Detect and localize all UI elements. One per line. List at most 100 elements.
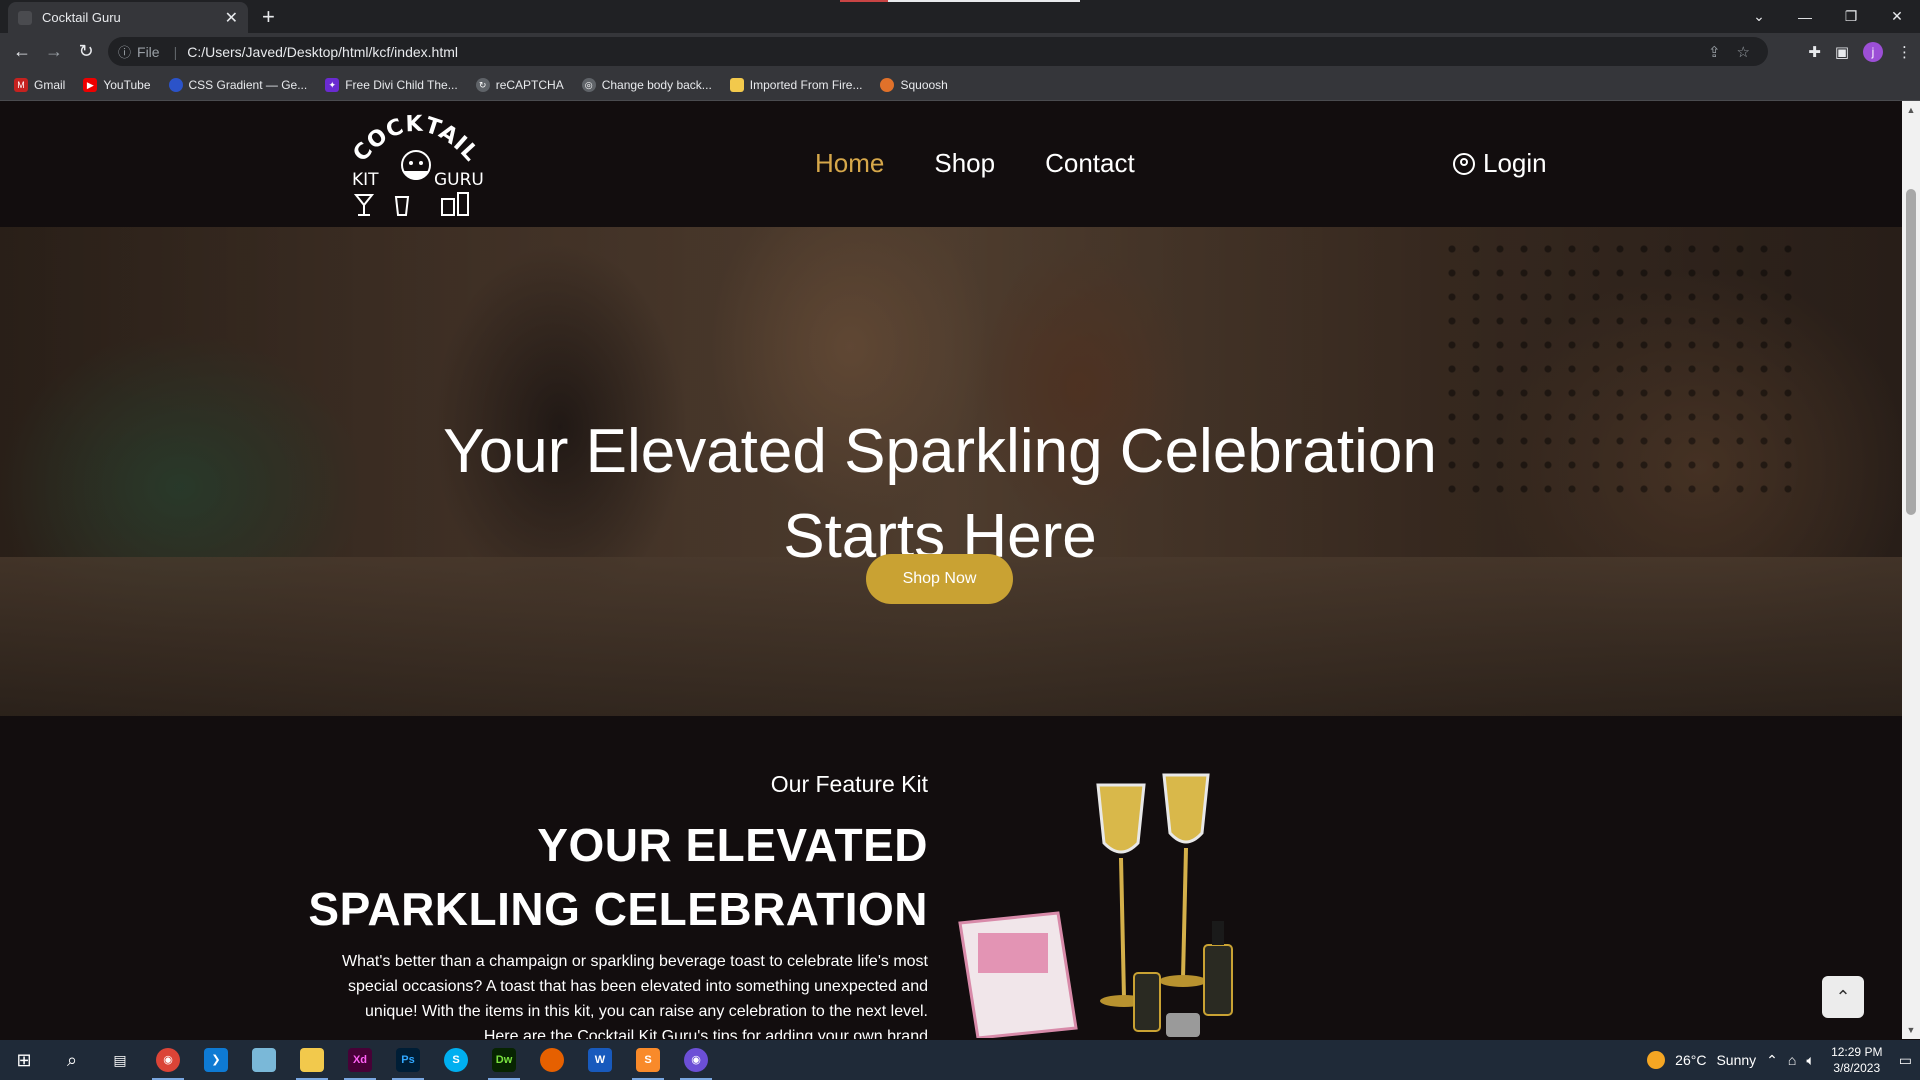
web-page: COCKTAIL KIT GURU Home Shop Contact Logi… (0, 101, 1902, 1039)
clock-time: 12:29 PM (1831, 1045, 1883, 1059)
browser-tab[interactable]: Cocktail Guru ✕ (8, 2, 248, 33)
feature-body: What's better than a champaign or sparkl… (342, 953, 928, 1039)
notepad-icon (252, 1048, 276, 1072)
browser-tab-strip: Cocktail Guru ✕ + ⌄ — ❐ ✕ (0, 0, 1920, 33)
side-panel-icon[interactable]: ▣ (1835, 43, 1849, 61)
bookmark-change-body[interactable]: ◎ Change body back... (581, 78, 712, 92)
tray-chevron-icon[interactable]: ⌃ (1766, 1052, 1778, 1069)
feature-subtitle: Our Feature Kit (770, 771, 928, 797)
minimize-icon[interactable]: — (1782, 9, 1828, 25)
restore-icon[interactable]: ❐ (1828, 8, 1874, 25)
new-tab-icon[interactable]: + (262, 4, 275, 30)
tab-search-icon[interactable]: ⌄ (1736, 8, 1782, 25)
cocktail-kit-guru-logo[interactable]: COCKTAIL KIT GURU (346, 107, 486, 219)
address-text[interactable]: C:/Users/Javed/Desktop/html/kcf/index.ht… (187, 44, 458, 60)
globe-icon: ◎ (581, 78, 596, 92)
bookmark-star-icon[interactable]: ☆ (1737, 43, 1750, 61)
reload-icon[interactable]: ↻ (70, 41, 102, 62)
tab-favicon-icon (18, 10, 32, 25)
scroll-to-top-button[interactable]: ⌃ (1822, 976, 1864, 1018)
network-icon[interactable]: ⌂ (1788, 1052, 1796, 1068)
address-separator: | (173, 43, 178, 60)
start-button[interactable]: ⊞ (0, 1040, 48, 1080)
weather-text[interactable]: Sunny (1716, 1052, 1756, 1068)
back-icon[interactable]: ← (6, 41, 38, 62)
bookmark-imported-folder[interactable]: Imported From Fire... (729, 78, 862, 92)
bookmark-css-gradient[interactable]: CSS Gradient — Ge... (168, 78, 307, 92)
profile-avatar[interactable]: j (1863, 41, 1883, 62)
bookmark-gmail[interactable]: M Gmail (14, 78, 65, 92)
taskbar-file-explorer[interactable] (288, 1040, 336, 1080)
clock-date: 3/8/2023 (1833, 1061, 1881, 1075)
scroll-up-icon[interactable]: ▲ (1902, 105, 1920, 115)
extensions-icon[interactable]: ✚ (1808, 43, 1821, 61)
address-bar[interactable]: ⓘ File | C:/Users/Javed/Desktop/html/kcf… (108, 37, 1768, 66)
taskbar-notepad[interactable] (240, 1040, 288, 1080)
bookmark-recaptcha[interactable]: ↻ reCAPTCHA (475, 78, 564, 92)
taskbar-chrome-profile[interactable]: ◉ (672, 1040, 720, 1080)
system-tray: 26°C Sunny ⌃ ⌂ 🔈︎ 12:29 PM 3/8/2023 ▭ (1647, 1040, 1920, 1080)
bookmark-youtube[interactable]: ▶ YouTube (83, 78, 151, 92)
weather-temp[interactable]: 26°C (1675, 1052, 1706, 1068)
feature-title-line1: YOUR ELEVATED (537, 819, 928, 871)
site-info-icon[interactable]: ⓘ (118, 42, 131, 61)
taskbar-firefox[interactable] (528, 1040, 576, 1080)
weather-sun-icon[interactable] (1647, 1051, 1666, 1069)
gmail-icon: M (14, 78, 28, 92)
feature-kit-product-image (958, 773, 1233, 1038)
recaptcha-icon: ↻ (475, 78, 490, 92)
menu-icon[interactable]: ⋮ (1897, 43, 1912, 61)
taskbar-dreamweaver[interactable]: Dw (480, 1040, 528, 1080)
sublime-icon: S (636, 1048, 660, 1072)
bookmark-squoosh[interactable]: Squoosh (880, 78, 948, 92)
user-icon (1453, 152, 1475, 175)
dreamweaver-icon: Dw (492, 1048, 516, 1072)
volume-icon[interactable]: 🔈︎ (1806, 1052, 1814, 1069)
bookmarks-bar: M Gmail ▶ YouTube CSS Gradient — Ge... ✦ Fr… (0, 70, 1920, 101)
taskbar-vscode[interactable]: ❯ (192, 1040, 240, 1080)
windows-taskbar: ⊞ ⌕ ▤ ◉ ❯ Xd Ps S Dw W S ◉ 26°C Sunny ⌃ … (0, 1040, 1920, 1080)
main-nav: Home Shop Contact (815, 148, 1135, 179)
scheme-label: File (137, 43, 160, 60)
feature-title: YOUR ELEVATED SPARKLING CELEBRATION (300, 813, 928, 941)
taskbar-adobe-xd[interactable]: Xd (336, 1040, 384, 1080)
logo-right-text: GURU (434, 170, 484, 190)
page-scrollbar[interactable]: ▲ ▼ (1902, 101, 1920, 1039)
task-view-icon[interactable]: ▤ (96, 1040, 144, 1080)
squoosh-icon (880, 78, 895, 92)
close-window-icon[interactable]: ✕ (1874, 8, 1920, 25)
nav-home[interactable]: Home (815, 148, 884, 179)
logo-left-text: KIT (352, 170, 379, 190)
taskbar-clock[interactable]: 12:29 PM 3/8/2023 (1825, 1044, 1889, 1076)
site-header: COCKTAIL KIT GURU Home Shop Contact Logi… (0, 101, 1902, 227)
share-icon[interactable]: ⇪ (1708, 43, 1721, 61)
taskbar-chrome[interactable]: ◉ (144, 1040, 192, 1080)
tab-title: Cocktail Guru (42, 10, 121, 25)
browser-toolbar: ← → ↻ ⓘ File | C:/Users/Javed/Desktop/ht… (0, 33, 1920, 70)
divi-icon: ✦ (325, 78, 340, 92)
word-icon: W (588, 1048, 612, 1072)
feature-title-line2: SPARKLING CELEBRATION (308, 883, 928, 935)
skype-icon: S (444, 1048, 468, 1072)
taskbar-skype[interactable]: S (432, 1040, 480, 1080)
taskbar-search-icon[interactable]: ⌕ (48, 1040, 96, 1080)
forward-icon[interactable]: → (38, 41, 70, 62)
shop-now-button[interactable]: Shop Now (866, 554, 1013, 604)
taskbar-word[interactable]: W (576, 1040, 624, 1080)
firefox-icon (540, 1048, 564, 1072)
nav-shop[interactable]: Shop (934, 148, 995, 179)
taskbar-sublime[interactable]: S (624, 1040, 672, 1080)
login-link[interactable]: Login (1453, 148, 1547, 179)
folder-icon (729, 78, 744, 92)
chrome-icon: ◉ (156, 1048, 180, 1072)
tab-close-icon[interactable]: ✕ (225, 8, 238, 28)
scrollbar-thumb[interactable] (1906, 189, 1916, 515)
taskbar-photoshop[interactable]: Ps (384, 1040, 432, 1080)
notifications-icon[interactable]: ▭ (1899, 1052, 1912, 1069)
windows-logo-icon: ⊞ (16, 1049, 32, 1070)
nav-contact[interactable]: Contact (1045, 148, 1135, 179)
scroll-down-icon[interactable]: ▼ (1902, 1025, 1920, 1035)
folder-icon (300, 1048, 324, 1072)
bookmark-divi[interactable]: ✦ Free Divi Child The... (325, 78, 458, 92)
photoshop-icon: Ps (396, 1048, 420, 1072)
